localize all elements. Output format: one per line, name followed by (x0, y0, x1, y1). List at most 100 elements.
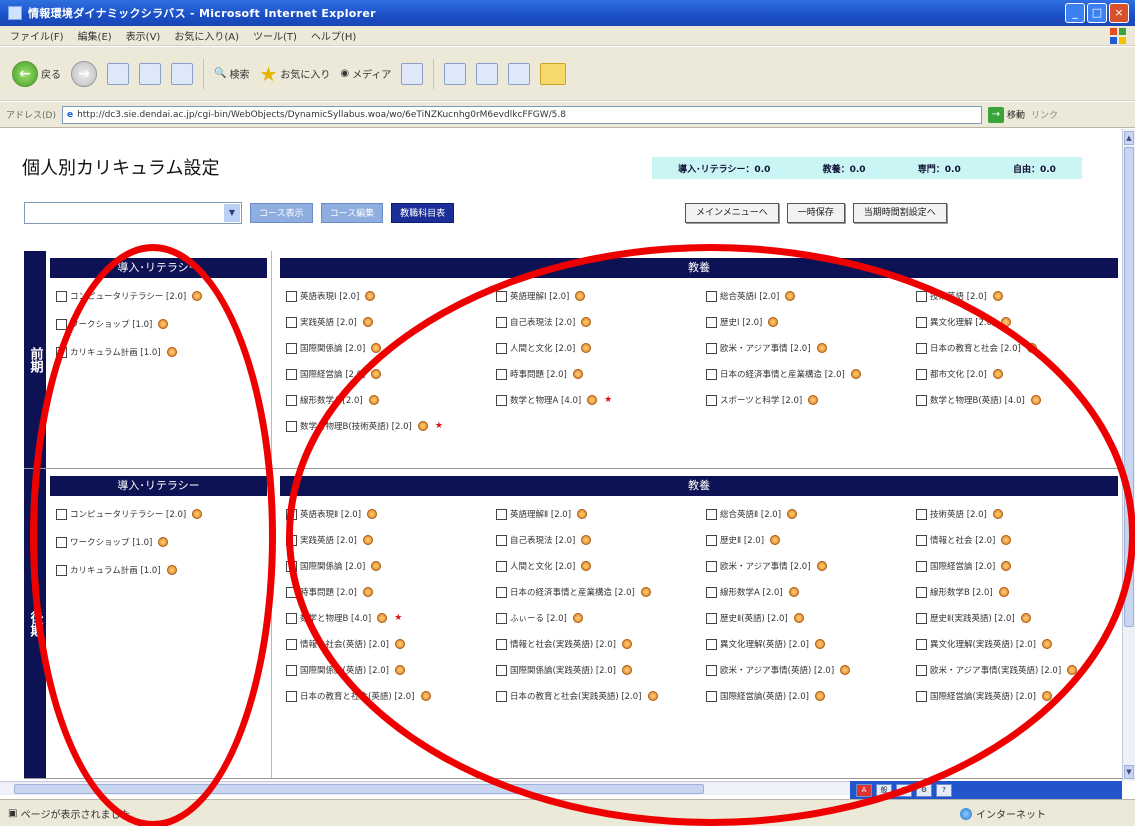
favorites-button[interactable]: ★ お気に入り (259, 60, 330, 88)
course-info-icon[interactable] (1001, 535, 1012, 545)
history-icon[interactable] (401, 62, 424, 85)
menu-edit[interactable]: 編集(E) (78, 28, 112, 43)
course-info-icon[interactable] (158, 537, 169, 547)
address-input[interactable]: e http://dc3.sie.dendai.ac.jp/cgi-bin/We… (61, 105, 982, 124)
edit-icon[interactable] (508, 62, 531, 85)
stop-icon[interactable] (107, 62, 129, 85)
course-checkbox[interactable] (56, 318, 67, 330)
course-info-icon[interactable] (622, 639, 632, 649)
course-checkbox[interactable] (916, 316, 927, 328)
course-info-icon[interactable] (1067, 665, 1078, 675)
ime-pad-icon[interactable]: ✎ (896, 783, 912, 797)
course-info-icon[interactable] (362, 587, 373, 597)
course-checkbox[interactable] (496, 664, 507, 676)
temp-save-button[interactable]: 一時保存 (786, 203, 845, 223)
course-info-icon[interactable] (577, 509, 588, 519)
course-edit-button[interactable]: コース編集 (320, 203, 384, 223)
course-checkbox[interactable] (706, 316, 717, 328)
course-checkbox[interactable] (286, 368, 297, 380)
course-info-icon[interactable] (192, 509, 203, 519)
course-checkbox[interactable] (706, 664, 717, 676)
course-info-icon[interactable] (1042, 691, 1052, 701)
course-checkbox[interactable] (916, 586, 927, 598)
course-checkbox[interactable] (496, 342, 507, 354)
folder-icon[interactable] (540, 62, 567, 85)
course-info-icon[interactable] (647, 691, 658, 701)
course-info-icon[interactable] (371, 343, 382, 353)
course-checkbox[interactable] (916, 560, 927, 572)
course-info-icon[interactable] (192, 291, 203, 301)
ime-icon[interactable]: A (856, 783, 872, 797)
course-info-icon[interactable] (575, 291, 586, 301)
course-checkbox[interactable] (286, 586, 297, 598)
course-info-icon[interactable] (365, 291, 376, 301)
course-checkbox[interactable] (496, 638, 507, 650)
course-checkbox[interactable] (916, 638, 927, 650)
course-checkbox[interactable] (916, 534, 927, 546)
course-info-icon[interactable] (768, 317, 779, 327)
course-info-icon[interactable] (581, 535, 592, 545)
menu-tools[interactable]: ツール(T) (253, 28, 297, 43)
course-checkbox[interactable] (496, 508, 507, 520)
scroll-up-icon[interactable]: ▲ (1124, 131, 1134, 145)
menu-view[interactable]: 表示(V) (126, 28, 161, 43)
home-icon[interactable] (171, 62, 193, 85)
course-checkbox[interactable] (496, 690, 507, 702)
course-info-icon[interactable] (815, 691, 825, 701)
course-info-icon[interactable] (1030, 395, 1041, 405)
course-info-icon[interactable] (371, 369, 382, 379)
vertical-scrollbar[interactable]: ▲ ▼ (1122, 129, 1135, 781)
course-checkbox[interactable] (706, 638, 717, 650)
course-checkbox[interactable] (496, 586, 507, 598)
course-show-button[interactable]: コース表示 (250, 203, 313, 223)
course-info-icon[interactable] (840, 665, 851, 675)
course-checkbox[interactable] (916, 368, 927, 380)
print-icon[interactable] (476, 62, 499, 85)
course-info-icon[interactable] (622, 665, 632, 675)
chevron-down-icon[interactable]: ▼ (224, 204, 240, 222)
course-checkbox[interactable] (706, 368, 717, 380)
term-setting-button[interactable]: 当期時間割設定へ (852, 203, 947, 223)
go-button[interactable]: → 移動 (987, 106, 1025, 123)
course-checkbox[interactable] (706, 690, 717, 702)
course-checkbox[interactable] (706, 508, 717, 520)
course-checkbox[interactable] (286, 638, 297, 650)
course-checkbox[interactable] (496, 368, 507, 380)
course-checkbox[interactable] (286, 612, 297, 624)
scroll-thumb[interactable] (1124, 147, 1134, 627)
course-info-icon[interactable] (417, 421, 428, 431)
course-info-icon[interactable] (362, 317, 373, 327)
course-info-icon[interactable] (816, 561, 827, 571)
course-checkbox[interactable] (496, 560, 507, 572)
course-checkbox[interactable] (916, 690, 927, 702)
course-info-icon[interactable] (992, 291, 1003, 301)
back-button[interactable]: ← 戻る (12, 60, 61, 88)
ime-help-icon[interactable]: ? (936, 783, 952, 797)
course-checkbox[interactable] (286, 420, 297, 432)
course-info-icon[interactable] (770, 535, 781, 545)
ime-mode-icon[interactable]: 般 (876, 783, 892, 797)
course-info-icon[interactable] (785, 291, 796, 301)
course-checkbox[interactable] (56, 564, 67, 576)
course-checkbox[interactable] (916, 664, 927, 676)
course-checkbox[interactable] (286, 290, 297, 302)
course-info-icon[interactable] (1001, 561, 1012, 571)
course-info-icon[interactable] (640, 587, 651, 597)
course-checkbox[interactable] (286, 316, 297, 328)
course-info-icon[interactable] (816, 343, 827, 353)
search-button[interactable]: 🔍 検索 (214, 60, 249, 88)
course-checkbox[interactable] (706, 560, 717, 572)
course-checkbox[interactable] (706, 342, 717, 354)
course-checkbox[interactable] (286, 394, 297, 406)
course-info-icon[interactable] (368, 395, 379, 405)
horizontal-scrollbar[interactable] (0, 781, 850, 795)
media-button[interactable]: ◉ メディア (340, 60, 391, 88)
course-info-icon[interactable] (788, 587, 799, 597)
teacher-courses-button[interactable]: 教職科目表 (391, 203, 455, 223)
course-checkbox[interactable] (706, 586, 717, 598)
course-checkbox[interactable] (496, 316, 507, 328)
course-info-icon[interactable] (166, 347, 177, 357)
course-checkbox[interactable] (56, 290, 67, 302)
course-checkbox[interactable] (496, 394, 507, 406)
course-info-icon[interactable] (371, 561, 382, 571)
